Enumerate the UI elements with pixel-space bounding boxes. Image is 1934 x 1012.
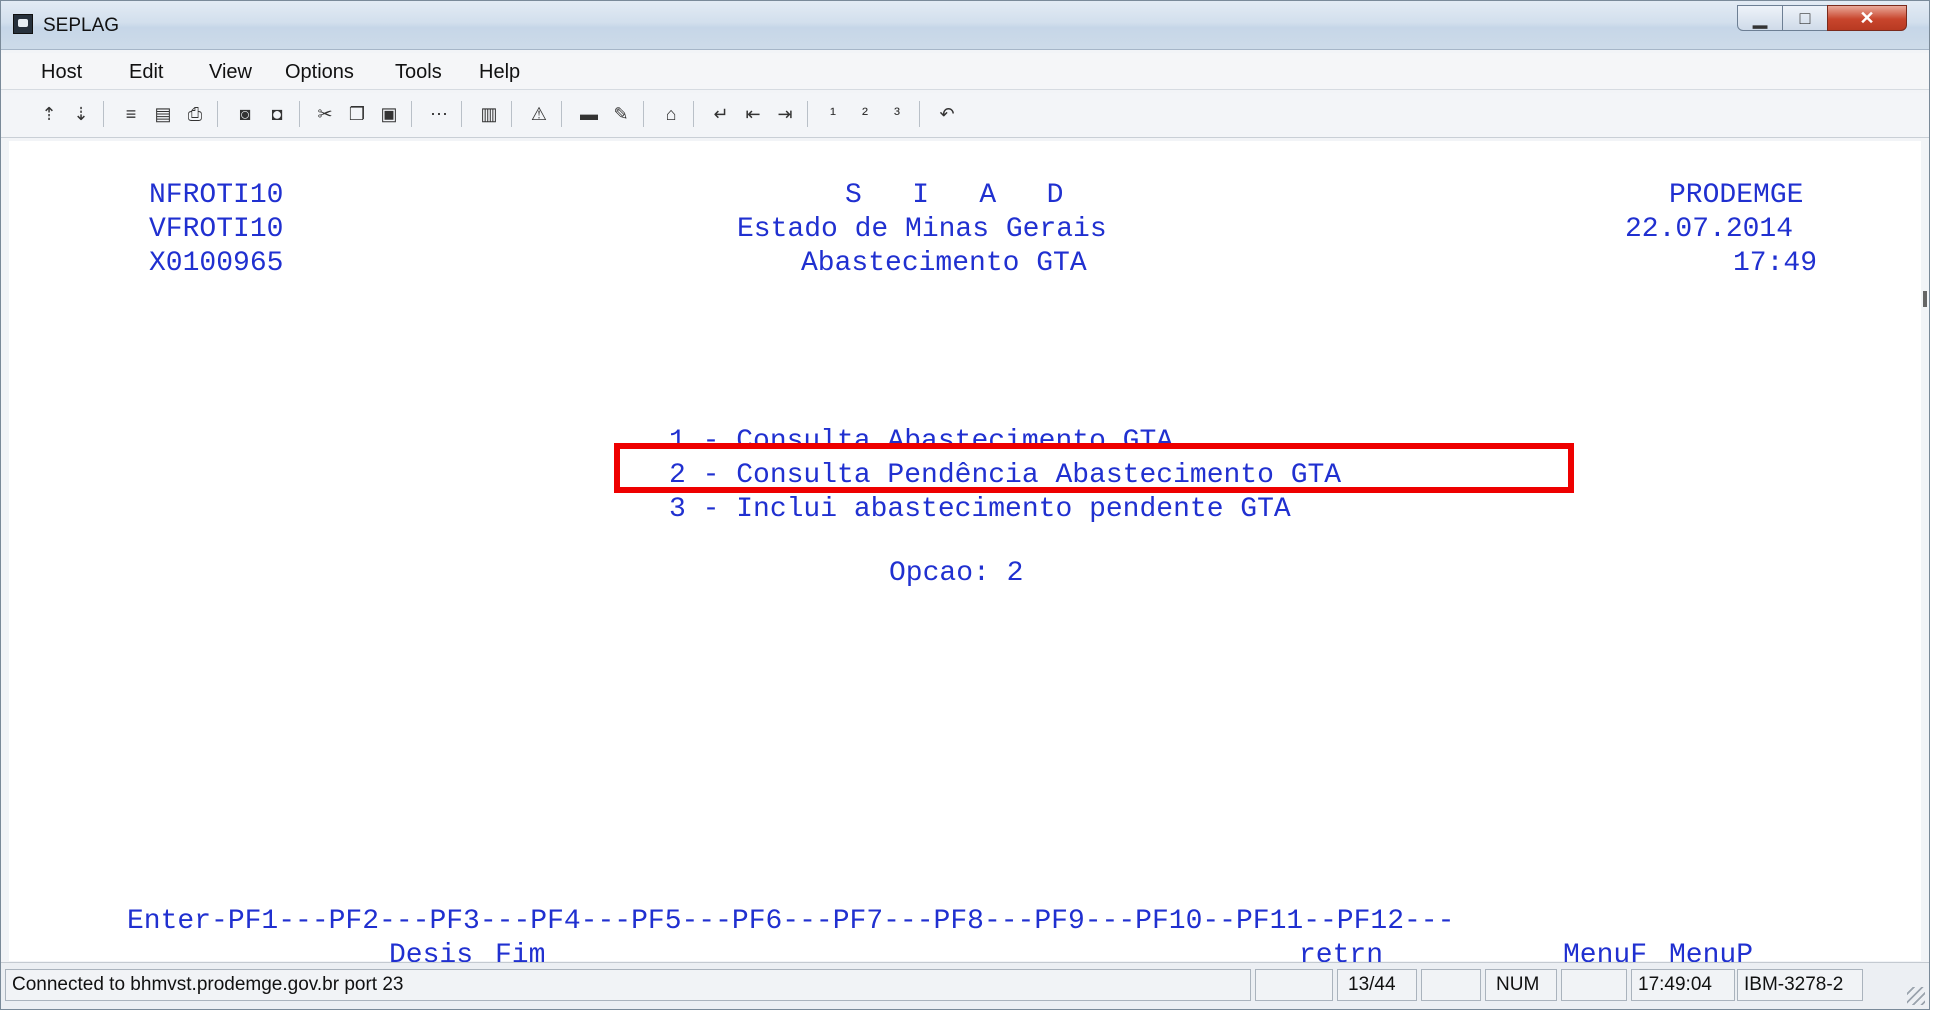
reset-icon[interactable]: ⇤ xyxy=(741,103,765,125)
time: 17:49 xyxy=(1733,248,1818,279)
status-spacer xyxy=(1421,969,1481,1001)
toolbar-separator xyxy=(511,101,512,127)
menu-option-3: 3 - Inclui abastecimento pendente GTA xyxy=(669,494,1291,525)
screen-id: VFROTI10 xyxy=(149,214,284,245)
more-icon[interactable]: ⋯ xyxy=(427,103,451,125)
state-name: Estado de Minas Gerais xyxy=(737,214,1107,245)
cursor-position: 13/44 xyxy=(1337,969,1417,1001)
pa3-icon[interactable]: ³ xyxy=(885,103,909,125)
toolbar-separator xyxy=(807,101,808,127)
pa2-icon[interactable]: ² xyxy=(853,103,877,125)
maximize-button[interactable]: □ xyxy=(1782,5,1828,31)
close-button[interactable]: ✕ xyxy=(1827,5,1907,31)
minimize-button[interactable]: ▁ xyxy=(1737,5,1783,31)
screen-title: Abastecimento GTA xyxy=(801,248,1087,279)
menu-edit[interactable]: Edit xyxy=(129,61,163,84)
toolbar-separator xyxy=(643,101,644,127)
copy-screen-icon[interactable]: ◙ xyxy=(233,103,257,125)
tab-icon[interactable]: ⇥ xyxy=(773,103,797,125)
resize-grip[interactable] xyxy=(1907,987,1925,1005)
maximize-icon: □ xyxy=(1799,8,1811,28)
toolbar-separator xyxy=(919,101,920,127)
menu-options[interactable]: Options xyxy=(285,61,354,84)
user-id: X0100965 xyxy=(149,248,284,279)
warning-icon[interactable]: ⚠ xyxy=(527,103,551,125)
copy-icon[interactable]: ❐ xyxy=(345,103,369,125)
toolbar: ⇡ ⇣ ≡ ▤ ⎙ ◙ ◘ ✂ ❐ ▣ ⋯ ▥ ⚠ ▬ ✎ ⌂ ↵ ⇤ ⇥ ¹ … xyxy=(1,93,1929,138)
toolbar-separator xyxy=(693,101,694,127)
toolbar-separator xyxy=(103,101,104,127)
menu-host[interactable]: Host xyxy=(41,61,82,84)
status-time: 17:49:04 xyxy=(1631,969,1735,1001)
title-bar[interactable]: SEPLAG ▁ □ ✕ xyxy=(1,1,1929,50)
date: 22.07.2014 xyxy=(1625,214,1794,245)
cut-icon[interactable]: ✂ xyxy=(313,103,337,125)
paste-screen-icon[interactable]: ◘ xyxy=(265,103,289,125)
toolbar-separator xyxy=(461,101,462,127)
menu-help[interactable]: Help xyxy=(479,61,520,84)
window-title: SEPLAG xyxy=(43,15,120,36)
scrollbar-marker xyxy=(1923,291,1927,307)
close-icon: ✕ xyxy=(1859,8,1875,28)
status-bar: Connected to bhmvst.prodemge.gov.br port… xyxy=(1,962,1929,1009)
print-icon[interactable]: ⎙ xyxy=(183,103,207,125)
receive-file-icon[interactable]: ⇣ xyxy=(69,103,93,125)
highlight-box xyxy=(614,443,1574,493)
send-file-icon[interactable]: ⇡ xyxy=(37,103,61,125)
edit-icon[interactable]: ✎ xyxy=(609,103,633,125)
option-prompt[interactable]: Opcao: 2 xyxy=(889,559,1023,589)
macro-icon[interactable]: ≡ xyxy=(119,103,143,125)
company-name: PRODEMGE xyxy=(1669,180,1804,211)
terminal-screen[interactable]: NFROTI10 VFROTI10 X0100965 S I A D Estad… xyxy=(9,141,1921,971)
status-spacer xyxy=(1255,969,1333,1001)
app-icon[interactable] xyxy=(13,14,33,34)
menu-tools[interactable]: Tools xyxy=(395,61,442,84)
terminal-icon[interactable]: ▬ xyxy=(577,103,601,125)
toolbar-separator xyxy=(217,101,218,127)
minimize-icon: ▁ xyxy=(1753,8,1767,28)
pf-key-line: Enter-PF1---PF2---PF3---PF4---PF5---PF6-… xyxy=(127,906,1455,937)
transfer-icon[interactable]: ▤ xyxy=(151,103,175,125)
menu-bar: Host Edit View Options Tools Help xyxy=(1,53,1929,90)
system-name: S I A D xyxy=(845,180,1064,211)
toolbar-separator xyxy=(561,101,562,127)
graph-icon[interactable]: ▥ xyxy=(477,103,501,125)
paste-icon[interactable]: ▣ xyxy=(377,103,401,125)
undo-icon[interactable]: ↶ xyxy=(935,103,959,125)
toolbar-separator xyxy=(299,101,300,127)
connection-status: Connected to bhmvst.prodemge.gov.br port… xyxy=(5,969,1251,1001)
terminal-window: SEPLAG ▁ □ ✕ Host Edit View Options Tool… xyxy=(0,0,1930,1010)
program-id: NFROTI10 xyxy=(149,180,284,211)
num-lock-indicator: NUM xyxy=(1485,969,1557,1001)
enter-icon[interactable]: ↵ xyxy=(709,103,733,125)
home-icon[interactable]: ⌂ xyxy=(659,103,683,125)
menu-view[interactable]: View xyxy=(209,61,252,84)
toolbar-separator xyxy=(411,101,412,127)
status-spacer xyxy=(1561,969,1627,1001)
pa1-icon[interactable]: ¹ xyxy=(821,103,845,125)
terminal-type: IBM-3278-2 xyxy=(1737,969,1863,1001)
